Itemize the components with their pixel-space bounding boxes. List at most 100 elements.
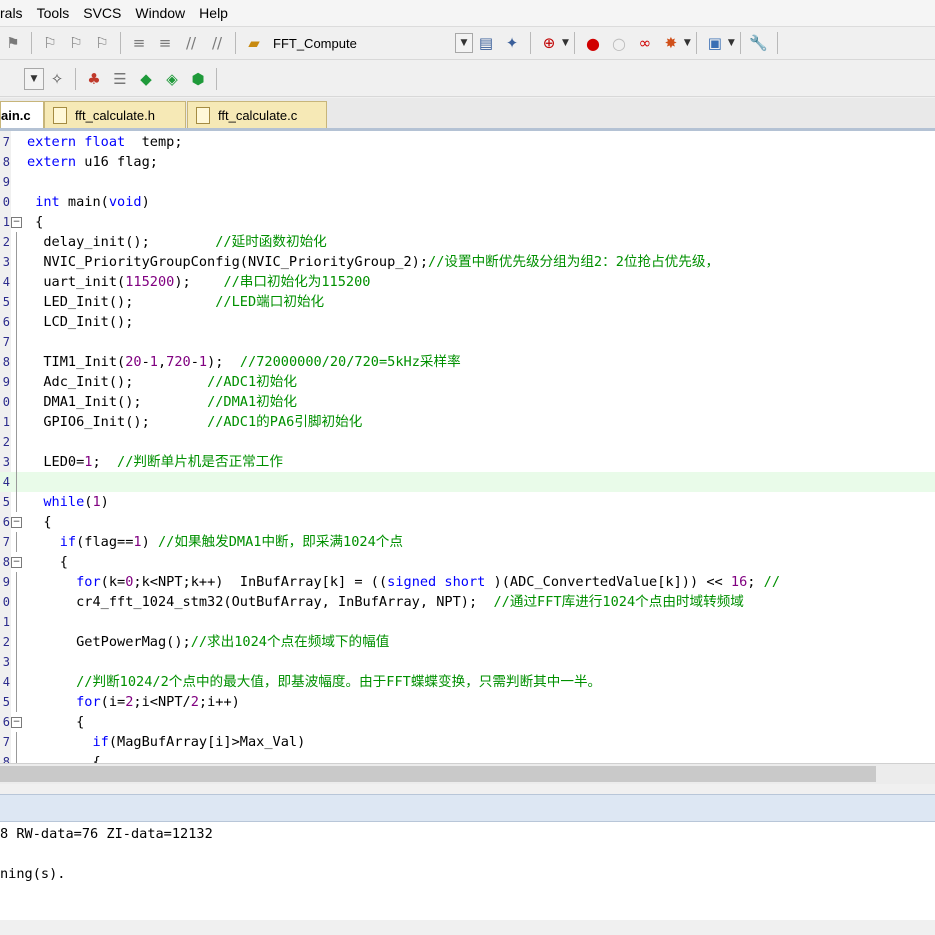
tag-icon[interactable]: ◈	[161, 68, 183, 90]
window-icon[interactable]: ▣	[704, 32, 726, 54]
fold-guide	[16, 352, 17, 372]
code-token: (flag==	[76, 534, 134, 550]
uncomment-icon[interactable]: //	[206, 32, 228, 54]
code-line[interactable]: 7 if(flag==1) //如果触发DMA1中断，即采满1024个点	[0, 532, 935, 552]
code-editor[interactable]: 7 extern float temp; 8 extern u16 flag; 9 0 i…	[0, 131, 935, 763]
tab-main-c[interactable]: ain.c	[0, 101, 44, 128]
pane-splitter[interactable]	[0, 784, 935, 794]
code-line[interactable]: 4 uart_init(115200); //串口初始化为115200	[0, 272, 935, 292]
code-text: {	[27, 712, 84, 732]
code-line[interactable]: 8 {	[0, 752, 935, 763]
line-number: 0	[2, 395, 10, 409]
target-select[interactable]: FFT_Compute ▼	[267, 32, 473, 54]
code-line[interactable]: 1− {	[0, 212, 935, 232]
wizard-icon[interactable]: ✧	[46, 68, 68, 90]
tab-fft-calculate-h[interactable]: fft_calculate.h	[44, 101, 186, 128]
code-line[interactable]: 2 delay_init(); //延时函数初始化	[0, 232, 935, 252]
build-toolbar: ⚑ ⚐ ⚐ ⚐ ≡ ≡ // // ▰ FFT_Compute ▼ ▤ ✦ ⊕ …	[0, 27, 935, 60]
code-line[interactable]: 6− {	[0, 712, 935, 732]
code-line[interactable]: 5 LED_Init(); //LED端口初始化	[0, 292, 935, 312]
code-comment: //ADC1初始化	[207, 374, 297, 390]
line-number: 9	[2, 375, 10, 389]
code-line[interactable]: 7	[0, 332, 935, 352]
code-token: u16 flag;	[76, 154, 158, 170]
scrollbar-thumb[interactable]	[0, 766, 876, 782]
code-line[interactable]: 5 for(i=2;i<NPT/2;i++)	[0, 692, 935, 712]
menu-window[interactable]: Window	[128, 0, 192, 26]
code-comment: //串口初始化为115200	[198, 274, 371, 290]
code-line[interactable]: 6 LCD_Init();	[0, 312, 935, 332]
menu-rals[interactable]: rals	[0, 0, 30, 26]
translate-icon[interactable]: ✦	[501, 32, 523, 54]
fold-toggle-icon[interactable]: −	[11, 557, 22, 568]
code-line[interactable]: 0 int main(void)	[0, 192, 935, 212]
code-line[interactable]: 8 TIM1_Init(20-1,720-1); //72000000/20/7…	[0, 352, 935, 372]
code-line[interactable]: 8− {	[0, 552, 935, 572]
code-line[interactable]: 3 NVIC_PriorityGroupConfig(NVIC_Priority…	[0, 252, 935, 272]
comment-icon[interactable]: //	[180, 32, 202, 54]
code-line[interactable]: 3	[0, 652, 935, 672]
code-line[interactable]: 4 //判断1024/2个点中的最大值，即基波幅度。由于FFT蝶蝶变换，只需判断…	[0, 672, 935, 692]
indent-icon[interactable]: ≡	[128, 32, 150, 54]
line-number: 5	[2, 495, 10, 509]
code-keyword: signed short	[387, 574, 486, 590]
code-keyword: extern float	[27, 134, 126, 150]
dropdown-icon[interactable]: ▼	[24, 67, 44, 90]
code-line[interactable]: 9 for(k=0;k<NPT;k++) InBufArray[k] = ((s…	[0, 572, 935, 592]
fold-guide	[16, 652, 17, 672]
code-line[interactable]: 8 extern u16 flag;	[0, 152, 935, 172]
horizontal-scrollbar[interactable]	[0, 763, 935, 784]
tab-fft-calculate-c[interactable]: fft_calculate.c	[187, 101, 327, 128]
chevron-down-icon[interactable]: ▼	[562, 38, 569, 48]
code-line[interactable]: 1 GPIO6_Init(); //ADC1的PA6引脚初始化	[0, 412, 935, 432]
code-line[interactable]: 1	[0, 612, 935, 632]
code-line[interactable]: 9	[0, 172, 935, 192]
bookmark-next-icon[interactable]: ⚐	[65, 32, 87, 54]
code-line[interactable]: 7 if(MagBufArray[i]>Max_Val)	[0, 732, 935, 752]
menu-svcs[interactable]: SVCS	[76, 0, 128, 26]
code-line[interactable]: 2 GetPowerMag();//求出1024个点在频域下的幅值	[0, 632, 935, 652]
chevron-down-icon[interactable]: ▼	[728, 38, 735, 48]
code-text: GetPowerMag();//求出1024个点在频域下的幅值	[27, 632, 389, 652]
menu-help[interactable]: Help	[192, 0, 235, 26]
tab-label: fft_calculate.h	[75, 107, 155, 123]
breakpoint-icon[interactable]: ●	[582, 32, 604, 54]
stack-icon[interactable]: ☰	[109, 68, 131, 90]
bookmark-clear-icon[interactable]: ⚐	[91, 32, 113, 54]
code-line[interactable]: 5 while(1)	[0, 492, 935, 512]
code-line[interactable]: 7 extern float temp;	[0, 132, 935, 152]
code-line[interactable]: 0 cr4_fft_1024_stm32(OutBufArray, InBufA…	[0, 592, 935, 612]
code-text: {	[27, 212, 43, 232]
debug-icon[interactable]: ⊕	[538, 32, 560, 54]
bookmark-prev-icon[interactable]: ⚐	[39, 32, 61, 54]
breakpoint-disable-icon[interactable]: ○	[608, 32, 630, 54]
package-icon[interactable]: ⬢	[187, 68, 209, 90]
code-line[interactable]: 4	[0, 472, 935, 492]
code-keyword: extern	[27, 154, 77, 170]
fold-toggle-icon[interactable]: −	[11, 217, 22, 228]
fold-guide	[16, 292, 17, 312]
code-line[interactable]: 0 DMA1_Init(); //DMA1初始化	[0, 392, 935, 412]
fold-toggle-icon[interactable]: −	[11, 517, 22, 528]
config-icon[interactable]: 🔧	[748, 32, 770, 54]
pack-installer-icon[interactable]: ♣	[83, 68, 105, 90]
code-token: TIM1_Init(	[27, 354, 126, 370]
chevron-down-icon[interactable]: ▼	[455, 33, 473, 53]
breakpoint-kill-icon[interactable]: ✸	[660, 32, 682, 54]
code-token: Adc_Init();	[27, 374, 208, 390]
diamond-icon[interactable]: ◆	[135, 68, 157, 90]
code-line[interactable]: 3 LED0=1; //判断单片机是否正常工作	[0, 452, 935, 472]
code-token: (i=	[100, 694, 126, 710]
code-line[interactable]: 2	[0, 432, 935, 452]
line-number: 5	[2, 695, 10, 709]
code-line[interactable]: 6− {	[0, 512, 935, 532]
load-icon[interactable]: ▰	[243, 32, 265, 54]
menu-tools[interactable]: Tools	[30, 0, 77, 26]
code-line[interactable]: 9 Adc_Init(); //ADC1初始化	[0, 372, 935, 392]
target-options-icon[interactable]: ▤	[475, 32, 497, 54]
chevron-down-icon[interactable]: ▼	[684, 38, 691, 48]
bookmark-icon[interactable]: ⚑	[2, 32, 24, 54]
fold-toggle-icon[interactable]: −	[11, 717, 22, 728]
unindent-icon[interactable]: ≡	[154, 32, 176, 54]
breakpoint-clear-icon[interactable]: ∞	[634, 32, 656, 54]
